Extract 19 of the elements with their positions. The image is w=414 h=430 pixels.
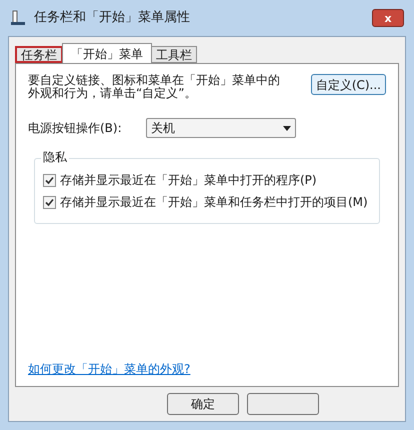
checkbox-label: 存储并显示最近在「开始」菜单中打开的程序(P) (60, 172, 317, 189)
tab[interactable]: 工具栏 (151, 46, 197, 63)
ok-button[interactable]: 确定 (167, 393, 239, 415)
checkbox[interactable] (43, 196, 56, 208)
dialog-button[interactable] (247, 393, 319, 415)
checkbox-label: 存储并显示最近在「开始」菜单和任务栏中打开的项目(M) (60, 194, 368, 211)
description-text: 要自定义链接、图标和菜单在「开始」菜单中的外观和行为，请单击“自定义”。 (28, 74, 281, 100)
customize-button[interactable]: 自定义(C)... (310, 74, 386, 95)
taskbar-icon (10, 10, 26, 26)
window-title: 任务栏和「开始」菜单属性 (34, 9, 190, 28)
close-button[interactable]: x (372, 9, 404, 27)
dropdown-arrow-icon (283, 126, 291, 130)
power-button-dropdown[interactable]: 关机 (146, 118, 296, 138)
power-button-label: 电源按钮操作(B): (28, 120, 123, 137)
privacy-group-title: 隐私 (41, 151, 69, 163)
tab[interactable]: 任务栏 (15, 46, 63, 63)
help-link[interactable]: 如何更改「开始」菜单的外观? (28, 360, 190, 378)
tab[interactable]: 「开始」菜单 (62, 43, 152, 63)
checkbox[interactable] (43, 174, 56, 186)
